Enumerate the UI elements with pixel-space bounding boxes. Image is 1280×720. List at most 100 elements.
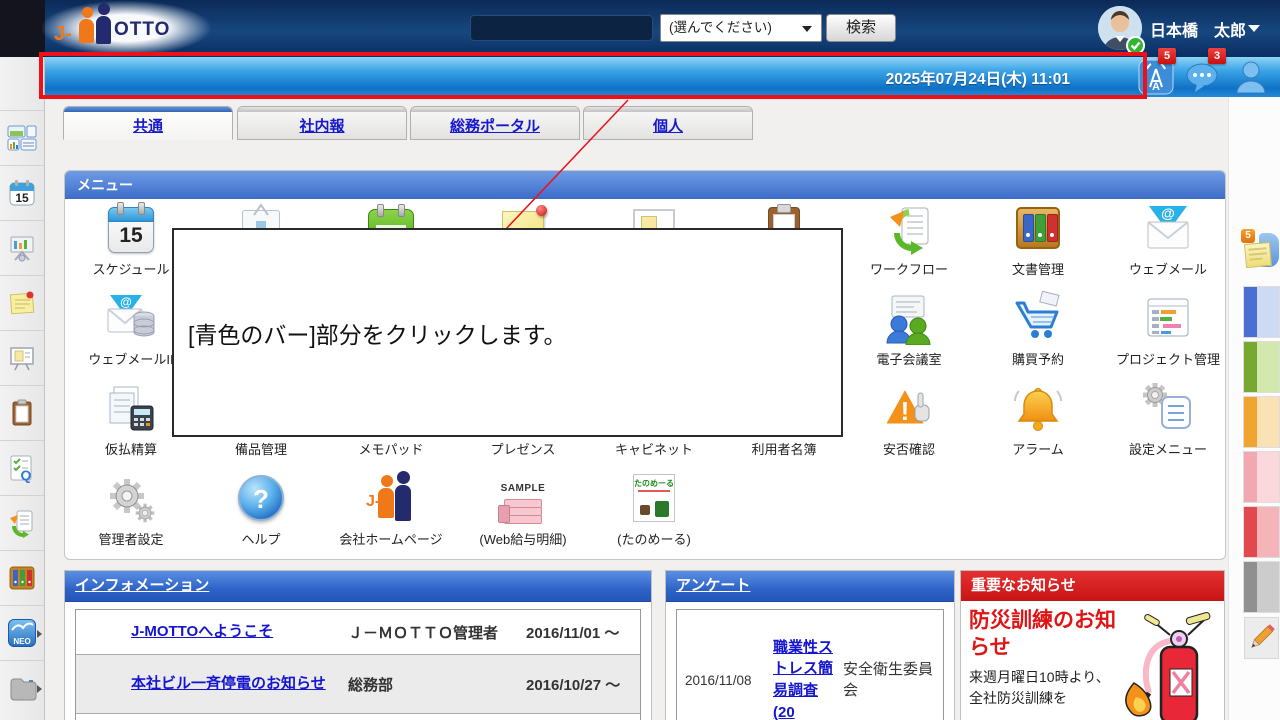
sidebar-item-facility[interactable] (0, 220, 44, 276)
info-row-date: 2016/11/01 ～ (526, 625, 619, 642)
survey-date: 2016/11/08 (677, 673, 773, 688)
table-row: 2016/11/08 職業性ストレス簡易調査(20 安全衛生委員会 (677, 610, 943, 720)
menu-item-workflow[interactable]: ワークフロー (849, 201, 969, 278)
important-notice-panel: 重要なお知らせ 防災訓練のお知らせ 来週月曜日10時より、全社防災訓練を (960, 570, 1225, 720)
survey-table: 2016/11/08 職業性ストレス簡易調査(20 安全衛生委員会 (676, 609, 944, 720)
tab-common[interactable]: 共通 (63, 106, 233, 140)
search-input[interactable] (470, 15, 653, 41)
menu-item-documents[interactable]: 文書管理 (978, 201, 1098, 278)
left-sidebar: 15 (0, 57, 45, 720)
info-row-link[interactable]: 本社ビル一斉停電のお知らせ (131, 675, 326, 692)
fusen-color-blue[interactable] (1244, 287, 1279, 337)
payroll-sample-icon: SAMPLE (496, 471, 550, 525)
sidebar-item-portal[interactable] (0, 110, 44, 166)
fusen-color-gray[interactable] (1244, 562, 1279, 612)
menu-item-webmail[interactable]: @ ウェブメール (1108, 201, 1228, 278)
sidebar-item-memo[interactable] (0, 275, 44, 331)
todo-clipboard-icon (7, 398, 37, 428)
workflow-mini-icon (7, 508, 37, 538)
menu-item-web-payroll[interactable]: SAMPLE (Web給与明細) (463, 471, 583, 548)
survey-panel-header: アンケート (666, 571, 954, 602)
info-row-link[interactable]: J-MOTTOへようこそ (131, 623, 273, 640)
table-row: J-MOTTOへようこそ Ｊ－ＭＯＴＴＯ管理者 2016/11/01 ～ (76, 610, 640, 654)
facility-icon (7, 233, 37, 263)
tanomeru-logo-icon: たのめーる (627, 471, 681, 525)
circular-board-icon (7, 343, 37, 373)
survey-org: 安全衛生委員会 (839, 659, 943, 701)
user-menu-caret-icon[interactable] (1248, 25, 1260, 32)
chat-icon[interactable] (1185, 61, 1221, 97)
survey-icon: Q (7, 453, 37, 483)
bell-icon (1011, 381, 1065, 435)
memo-mini-icon (7, 288, 37, 318)
menu-item-conference[interactable]: 電子会議室 (849, 291, 969, 368)
important-title: 重要なお知らせ (971, 577, 1076, 594)
fusen-color-pink[interactable] (1244, 452, 1279, 502)
sidebar-item-workflow[interactable] (0, 495, 44, 551)
fusen-color-green[interactable] (1244, 342, 1279, 392)
sidebar-item-schedule[interactable]: 15 (0, 165, 44, 221)
edit-pencil-button[interactable] (1244, 617, 1279, 659)
sidebar-item-todo[interactable] (0, 385, 44, 441)
sidebar-item-survey[interactable]: Q (0, 440, 44, 496)
survey-title-link[interactable]: アンケート (676, 577, 750, 594)
menu-item-company-homepage[interactable]: J- 会社ホームページ (331, 471, 451, 548)
logo-prefix: J- (54, 23, 72, 46)
broadcast-antenna-icon[interactable]: A (1138, 59, 1174, 95)
tab-personal[interactable]: 個人 (583, 106, 753, 140)
pencil-icon (1245, 618, 1278, 658)
search-button[interactable]: 検索 (826, 14, 896, 42)
menu-item-project[interactable]: プロジェクト管理 (1108, 291, 1228, 368)
gantt-chart-icon (1141, 291, 1195, 345)
tab-label: 個人 (653, 115, 683, 136)
menu-item-tanomeru[interactable]: たのめーる (たのめーる) (594, 471, 714, 548)
help-icon: ? (234, 471, 288, 525)
admin-gears-icon (104, 471, 158, 525)
fusen-color-orange[interactable] (1244, 397, 1279, 447)
workflow-icon (882, 201, 936, 255)
person-icon[interactable] (1233, 59, 1269, 95)
menu-item-settings-menu[interactable]: 設定メニュー (1108, 381, 1228, 458)
important-panel-header: 重要なお知らせ (961, 571, 1224, 601)
table-row: 本社ビル一斉停電のお知らせ 総務部 2016/10/27 ～ (76, 654, 640, 713)
folder-icon (7, 673, 37, 703)
datetime-text: 2025年07月24日(木) 11:01 (886, 67, 1070, 89)
information-title-link[interactable]: インフォメーション (75, 577, 209, 594)
annotation-text: [青色のバー]部分をクリックします。 (174, 316, 566, 350)
blue-date-bar[interactable]: 2025年07月24日(木) 11:01 A 5 3 (45, 57, 1280, 98)
tab-general-affairs-portal[interactable]: 総務ポータル (410, 106, 580, 140)
menu-item-alarm[interactable]: アラーム (978, 381, 1098, 458)
sidebar-item-neo[interactable]: NEO (0, 605, 44, 661)
search-category-select[interactable]: (選んでください) (660, 14, 822, 42)
svg-text:@: @ (120, 295, 132, 309)
svg-text:Q: Q (21, 467, 32, 483)
info-row-author: 総務部 (348, 677, 393, 694)
tab-company-news[interactable]: 社内報 (237, 106, 407, 140)
schedule-mini-icon: 15 (7, 178, 37, 208)
expand-arrow-icon[interactable] (37, 630, 42, 638)
sidebar-item-circular[interactable] (0, 330, 44, 386)
sticky-note-icon (1244, 242, 1272, 268)
sidebar-item-cabinet[interactable] (0, 660, 44, 716)
fusen-color-red[interactable] (1244, 507, 1279, 557)
logo-person-orange-icon (82, 7, 93, 18)
information-panel: インフォメーション J-MOTTOへようこそ Ｊ－ＭＯＴＴＯ管理者 2016/1… (64, 570, 652, 720)
chevron-down-icon (802, 26, 812, 32)
menu-item-purchase[interactable]: 購買予約 (978, 291, 1098, 368)
jmotto-logo[interactable]: J- OTTO (42, 1, 210, 55)
sidebar-item-documents[interactable] (0, 550, 44, 606)
webmail2-icon: @ (104, 291, 158, 345)
menu-item-admin-settings[interactable]: 管理者設定 (71, 471, 191, 548)
menu-item-help[interactable]: ? ヘルプ (201, 471, 321, 548)
survey-link[interactable]: 職業性ストレス簡易調査(20 (773, 639, 833, 720)
settings-menu-icon (1141, 381, 1195, 435)
important-body: 来週月曜日10時より、全社防災訓練を (969, 667, 1121, 709)
schedule-icon: 15 (104, 201, 158, 255)
user-name[interactable]: 日本橋 太郎 (1150, 17, 1246, 41)
sticky-note-shortcut[interactable]: 5 (1241, 227, 1279, 275)
expand-arrow-icon[interactable] (37, 685, 42, 693)
information-panel-header: インフォメーション (65, 571, 651, 602)
menu-item-safety-confirm[interactable]: ! 安否確認 (849, 381, 969, 458)
top-bar: J- OTTO (選んでください) 検索 日本橋 太郎 (0, 0, 1280, 57)
info-row-date: 2016/10/27 ～ (526, 677, 620, 694)
